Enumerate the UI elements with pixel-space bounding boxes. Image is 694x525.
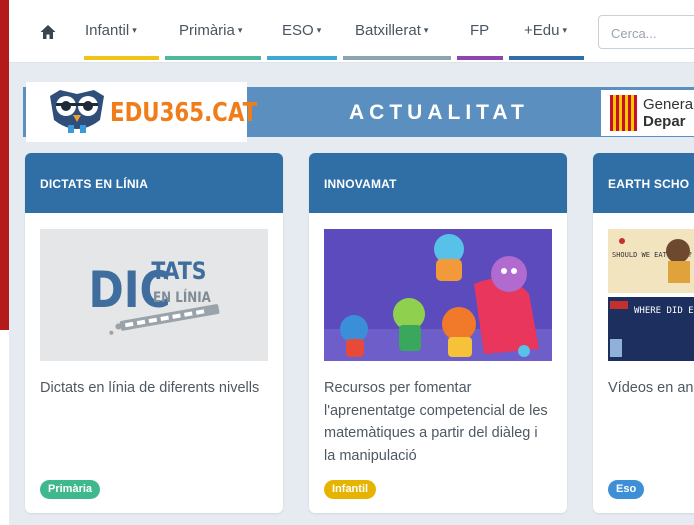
banner-title: ACTUALITAT xyxy=(349,101,529,124)
card-innovamat[interactable]: INNOVAMAT Recursos per fomentar l'aprene… xyxy=(309,153,567,513)
level-badge[interactable]: Primària xyxy=(40,480,101,499)
nav-item-fp[interactable]: FP xyxy=(470,22,489,39)
dictats-logo-bottom: EN LÍNIA xyxy=(153,289,211,306)
card-image-innovamat[interactable] xyxy=(324,229,552,361)
nav-underline-infantil xyxy=(84,56,159,60)
card-dictats[interactable]: DICTATS EN LÍNIA DIC TATS EN LÍNIA Dicta… xyxy=(25,153,283,513)
nav-underline-batxillerat xyxy=(343,56,451,60)
nav-underline-primaria xyxy=(165,56,261,60)
card-image-dictats[interactable]: DIC TATS EN LÍNIA xyxy=(40,229,268,361)
senyera-icon xyxy=(610,95,637,131)
chevron-down-icon: ▾ xyxy=(423,25,429,35)
card-description: Vídeos en an immersió nat xyxy=(608,380,694,396)
owl-logo-icon xyxy=(50,90,104,133)
innovamat-illustration xyxy=(324,229,552,361)
home-icon[interactable] xyxy=(39,23,57,41)
edu365-logo[interactable]: EDU365.CAT xyxy=(26,82,257,142)
logo-text: EDU365.CAT xyxy=(110,98,258,128)
nav-item-primaria[interactable]: Primària ▾ xyxy=(179,22,242,39)
dictats-logo-image: DIC TATS EN LÍNIA xyxy=(88,257,220,335)
dictats-logo-top: TATS xyxy=(151,257,206,285)
card-earth-school[interactable]: EARTH SCHO SHOULD WE EAT BUGS? WHERE DID… xyxy=(593,153,694,513)
generalitat-logo[interactable]: Genera Depar xyxy=(601,90,694,136)
earth-school-thumbnails: SHOULD WE EAT BUGS? WHERE DID EARTH WATE… xyxy=(608,229,694,361)
card-header: EARTH SCHO xyxy=(593,153,694,213)
generalitat-text-line2: Depar xyxy=(643,113,686,130)
chevron-down-icon: ▾ xyxy=(132,25,137,35)
nav-item-edu[interactable]: +Edu ▾ xyxy=(524,22,567,39)
nav-underline-eso xyxy=(267,56,337,60)
generalitat-text-line1: Genera xyxy=(643,96,694,113)
chevron-down-icon: ▾ xyxy=(316,25,322,35)
card-header: INNOVAMAT xyxy=(309,153,567,213)
top-navbar: Infantil ▾ Primària ▾ ESO ▾ Batxillerat ▾ FP… xyxy=(9,0,694,63)
level-badge[interactable]: Infantil xyxy=(324,480,377,499)
thumb-text-water: WHERE DID EARTH WATE COME FRO xyxy=(634,306,694,316)
page-frame: Infantil ▾ Primària ▾ ESO ▾ Batxillerat ▾ FP… xyxy=(9,0,694,525)
chevron-down-icon: ▾ xyxy=(237,25,243,35)
level-badge[interactable]: Eso xyxy=(608,480,645,499)
nav-item-batxillerat[interactable]: Batxillerat ▾ xyxy=(355,22,428,39)
card-description: Dictats en línia de diferents nivells xyxy=(40,380,260,396)
nav-item-eso[interactable]: ESO ▾ xyxy=(282,22,321,39)
search-input[interactable]: Cerca... xyxy=(598,15,694,49)
left-red-accent-bar xyxy=(0,0,9,330)
chevron-down-icon: ▾ xyxy=(562,25,567,35)
card-description: Recursos per fomentar l'aprenentatge com… xyxy=(324,380,548,464)
nav-underline-edu xyxy=(509,56,584,60)
card-header: DICTATS EN LÍNIA xyxy=(25,153,283,213)
nav-item-infantil[interactable]: Infantil ▾ xyxy=(85,22,137,39)
card-image-earth-school[interactable]: SHOULD WE EAT BUGS? WHERE DID EARTH WATE… xyxy=(608,229,694,361)
nav-underline-fp xyxy=(457,56,503,60)
